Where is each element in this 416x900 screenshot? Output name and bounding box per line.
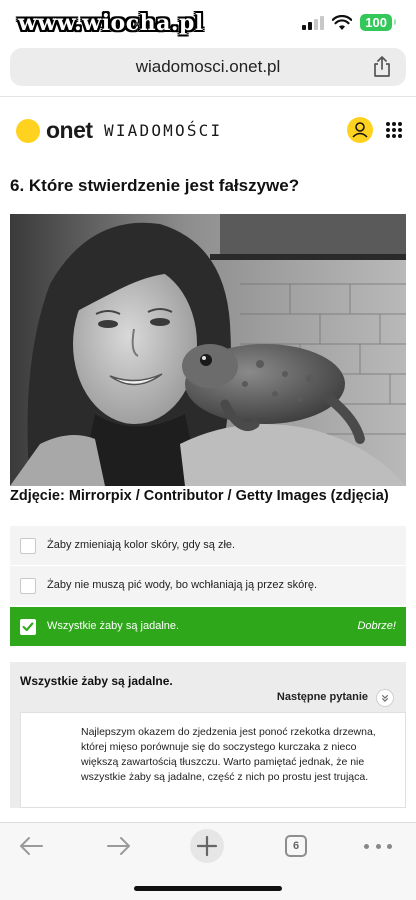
answer-list: Żaby zmieniają kolor skóry, gdy są złe. …: [10, 526, 406, 647]
answer-label: Żaby nie muszą pić wody, bo wchłaniają j…: [47, 579, 318, 591]
answer-option-3[interactable]: Wszystkie żaby są jadalne. Dobrze!: [10, 607, 406, 647]
status-icons: 100: [302, 14, 396, 31]
explanation-body: Najlepszym okazem do zjedzenia jest pono…: [20, 712, 406, 808]
answer-label: Żaby zmieniają kolor skóry, gdy są złe.: [47, 539, 236, 551]
answer-verdict: Dobrze!: [357, 620, 396, 632]
share-icon[interactable]: [372, 56, 392, 78]
watermark: www.wiocha.pl: [18, 10, 204, 36]
photo-caption: Zdjęcie: Mirrorpix / Contributor / Getty…: [10, 488, 389, 504]
checkmark-icon: [22, 622, 34, 632]
forward-arrow-icon[interactable]: [106, 835, 132, 857]
onet-logo-dot-icon[interactable]: [16, 119, 40, 143]
onet-logo[interactable]: onet: [46, 117, 93, 144]
answer-option-2[interactable]: Żaby nie muszą pić wody, bo wchłaniają j…: [10, 566, 406, 606]
section-name[interactable]: WIADOMOŚCI: [104, 121, 222, 140]
status-bar: www.wiocha.pl 100: [0, 0, 416, 44]
photo-girl-with-toad: [10, 214, 406, 486]
back-arrow-icon[interactable]: [18, 835, 44, 857]
user-account-button[interactable]: [347, 117, 373, 143]
chevron-double-down-icon[interactable]: [376, 689, 394, 707]
address-bar[interactable]: wiadomosci.onet.pl: [10, 48, 406, 86]
home-indicator: [134, 886, 282, 891]
checkbox[interactable]: [20, 538, 36, 554]
apps-menu-button[interactable]: [386, 122, 402, 138]
wifi-icon: [332, 14, 353, 30]
plus-icon: [196, 835, 218, 857]
next-question-link[interactable]: Następne pytanie: [277, 691, 368, 703]
checkbox-checked[interactable]: [20, 619, 36, 635]
explanation-text: Najlepszym okazem do zjedzenia jest pono…: [81, 726, 376, 783]
answer-option-1[interactable]: Żaby zmieniają kolor skóry, gdy są złe.: [10, 526, 406, 566]
new-tab-button[interactable]: [190, 829, 224, 863]
answer-explanation-panel: Wszystkie żaby są jadalne. Następne pyta…: [10, 662, 406, 808]
user-icon: [352, 122, 368, 138]
tabs-count-button[interactable]: 6: [285, 835, 307, 857]
more-options-icon[interactable]: [364, 835, 392, 857]
battery-indicator: 100: [360, 14, 396, 31]
explanation-title: Wszystkie żaby są jadalne.: [20, 674, 173, 688]
url-text[interactable]: wiadomosci.onet.pl: [10, 57, 406, 77]
checkbox[interactable]: [20, 578, 36, 594]
signal-icon: [302, 15, 325, 30]
question-heading: 6. Które stwierdzenie jest fałszywe?: [10, 176, 300, 195]
quiz-photo: [10, 214, 406, 486]
answer-label: Wszystkie żaby są jadalne.: [47, 620, 180, 632]
